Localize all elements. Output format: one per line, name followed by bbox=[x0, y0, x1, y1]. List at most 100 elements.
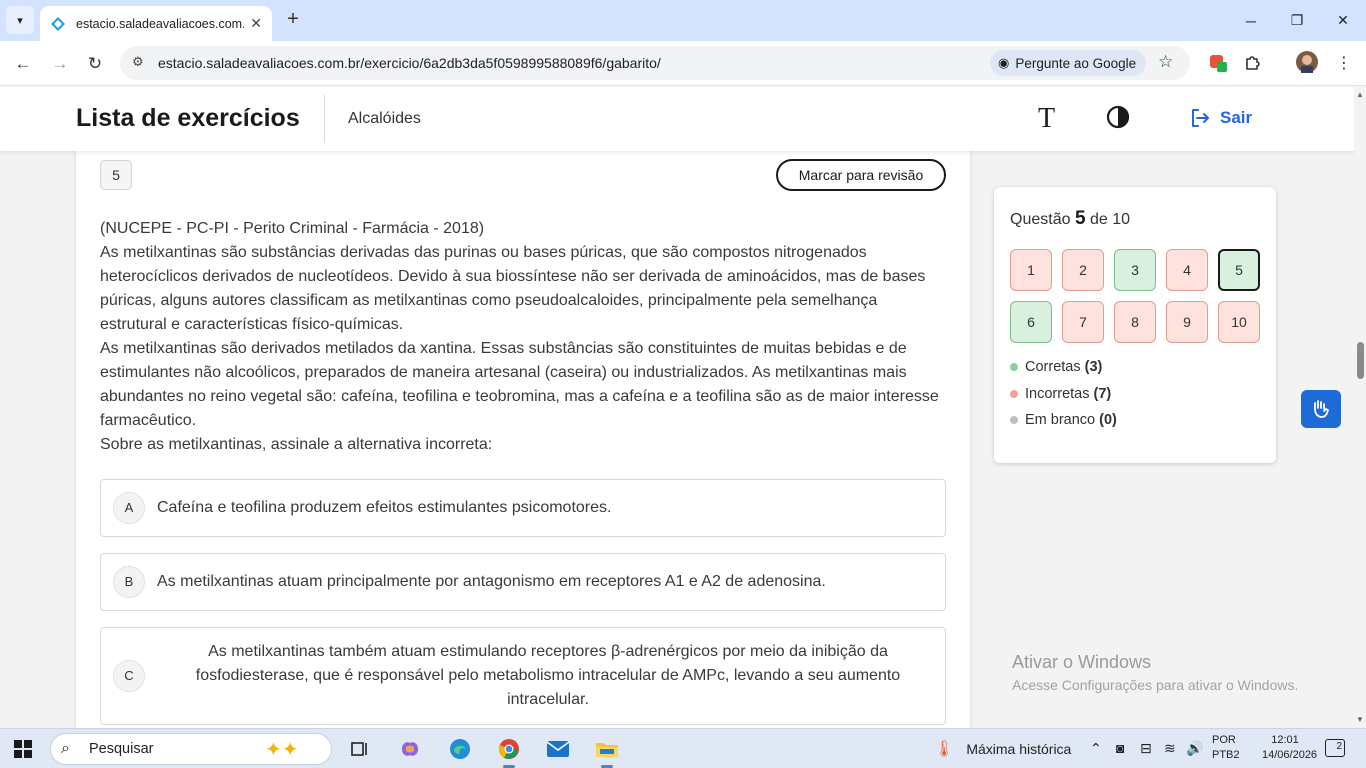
camera-icon[interactable]: ◙ bbox=[1116, 740, 1124, 756]
current-question-number: 5 bbox=[1074, 208, 1086, 229]
restore-icon[interactable]: ❐ bbox=[1274, 0, 1320, 41]
weather-widget[interactable]: 🌡 Máxima histórica bbox=[934, 739, 1071, 759]
thermometer-icon: 🌡 bbox=[934, 741, 955, 758]
alternative-b[interactable]: B As metilxantinas atuam principalmente … bbox=[100, 553, 946, 611]
forward-icon[interactable]: → bbox=[47, 51, 73, 77]
legend-count: (3) bbox=[1084, 359, 1103, 375]
scroll-down-icon[interactable]: ▼ bbox=[1356, 715, 1364, 724]
alternative-text: As metilxantinas também atuam estimuland… bbox=[195, 643, 901, 708]
browser-tab[interactable]: estacio.saladeavaliacoes.com.br ✕ bbox=[40, 6, 272, 41]
panel-title-suffix: de 10 bbox=[1089, 211, 1131, 228]
legend-incorrect: Incorretas (7) bbox=[1010, 386, 1111, 402]
bookmark-star-icon[interactable]: ☆ bbox=[1158, 52, 1173, 72]
question-nav-button-9[interactable]: 9 bbox=[1166, 301, 1208, 343]
lens-icon: ◉ bbox=[998, 55, 1010, 70]
windows-taskbar: ⌕ Pesquisar ✦✦ 🌡 Máxima histórica ⌃ ◙ ⊟ … bbox=[0, 728, 1366, 768]
alternative-letter: C bbox=[113, 660, 145, 692]
windows-start-icon[interactable] bbox=[14, 740, 32, 758]
question-number-badge: 5 bbox=[100, 160, 132, 190]
question-statement: (NUCEPE - PC-PI - Perito Criminal - Farm… bbox=[100, 217, 946, 457]
browser-tab-bar: ▾ estacio.saladeavaliacoes.com.br ✕ + ─ … bbox=[0, 0, 1366, 41]
ask-google-button[interactable]: ◉ Pergunte ao Google bbox=[990, 50, 1147, 76]
file-explorer-icon[interactable] bbox=[593, 735, 621, 768]
alternative-text: As metilxantinas atuam principalmente po… bbox=[157, 573, 826, 590]
alternative-letter: A bbox=[113, 492, 145, 524]
sign-language-icon bbox=[1314, 400, 1329, 418]
question-card: 5 Marcar para revisão (NUCEPE - PC-PI - … bbox=[76, 143, 970, 728]
question-nav-button-1[interactable]: 1 bbox=[1010, 249, 1052, 291]
taskbar-search[interactable]: ⌕ Pesquisar ✦✦ bbox=[50, 733, 332, 765]
network-icon[interactable]: ⊟ bbox=[1140, 740, 1152, 757]
alternative-c[interactable]: C As metilxantinas também atuam estimula… bbox=[100, 627, 946, 725]
question-nav-button-5[interactable]: 5 bbox=[1218, 249, 1260, 291]
input-language[interactable]: POR PTB2 bbox=[1212, 733, 1240, 763]
contrast-icon[interactable] bbox=[1106, 105, 1130, 129]
header-divider bbox=[324, 95, 325, 143]
scroll-up-icon[interactable]: ▲ bbox=[1356, 90, 1364, 99]
page-content: Lista de exercícios Alcalóides T Sair 5 … bbox=[0, 87, 1354, 728]
logout-icon bbox=[1192, 109, 1209, 127]
question-nav-button-4[interactable]: 4 bbox=[1166, 249, 1208, 291]
legend-count: (7) bbox=[1093, 386, 1112, 402]
font-size-icon[interactable]: T bbox=[1038, 103, 1055, 135]
app-header: Lista de exercícios Alcalóides T Sair bbox=[0, 87, 1354, 151]
chevron-up-icon[interactable]: ⌃ bbox=[1090, 740, 1102, 757]
correct-dot bbox=[1010, 363, 1018, 371]
lang-line-1: POR bbox=[1212, 734, 1236, 746]
copilot-sparkle-icon: ✦✦ bbox=[265, 739, 299, 761]
question-nav-button-10[interactable]: 10 bbox=[1218, 301, 1260, 343]
question-nav-button-2[interactable]: 2 bbox=[1062, 249, 1104, 291]
page-scrollbar[interactable]: ▲ ▼ bbox=[1354, 87, 1366, 728]
question-nav-button-6[interactable]: 6 bbox=[1010, 301, 1052, 343]
mail-icon[interactable] bbox=[544, 735, 572, 763]
edge-icon[interactable] bbox=[446, 735, 474, 763]
tab-search-icon[interactable]: ▾ bbox=[6, 6, 34, 34]
alternative-text: Cafeína e teofilina produzem efeitos est… bbox=[157, 499, 612, 516]
avatar[interactable] bbox=[1296, 51, 1318, 78]
question-nav-button-7[interactable]: 7 bbox=[1062, 301, 1104, 343]
question-paragraph-2: As metilxantinas são derivados metilados… bbox=[100, 340, 939, 429]
task-view-icon[interactable] bbox=[346, 735, 374, 763]
windows-activation-title: Ativar o Windows bbox=[1012, 652, 1152, 672]
ask-google-label: Pergunte ao Google bbox=[1015, 55, 1137, 71]
mark-for-review-button[interactable]: Marcar para revisão bbox=[776, 159, 946, 191]
system-clock[interactable]: 12:01 14/06/2026 bbox=[1262, 733, 1318, 763]
legend-count: (0) bbox=[1099, 412, 1117, 428]
logout-button[interactable]: Sair bbox=[1188, 106, 1252, 130]
panel-title: Questão 5 de 10 bbox=[1010, 208, 1130, 230]
windows-activation-subtitle: Acesse Configurações para ativar o Windo… bbox=[1012, 677, 1299, 693]
chrome-icon[interactable] bbox=[495, 735, 523, 768]
logout-label: Sair bbox=[1220, 108, 1253, 127]
wifi-icon[interactable]: ≋ bbox=[1164, 740, 1176, 757]
clock-date: 14/06/2026 bbox=[1262, 749, 1318, 761]
copilot-icon[interactable] bbox=[396, 735, 424, 763]
back-icon[interactable]: ← bbox=[10, 51, 36, 77]
alternative-a[interactable]: A Cafeína e teofilina produzem efeitos e… bbox=[100, 479, 946, 537]
extension-icon[interactable] bbox=[1209, 53, 1229, 78]
kebab-menu-icon[interactable]: ⋮ bbox=[1336, 53, 1352, 73]
blank-dot bbox=[1010, 416, 1018, 424]
incorrect-dot bbox=[1010, 390, 1018, 398]
question-prompt: Sobre as metilxantinas, assinale a alter… bbox=[100, 436, 493, 453]
address-bar[interactable]: ⚙ estacio.saladeavaliacoes.com.br/exerci… bbox=[120, 46, 1190, 80]
close-tab-icon[interactable]: ✕ bbox=[250, 15, 262, 32]
question-paragraph-1: As metilxantinas são substâncias derivad… bbox=[100, 244, 926, 333]
reload-icon[interactable]: ↻ bbox=[82, 51, 108, 77]
legend-label: Em branco bbox=[1025, 412, 1096, 428]
subject-label: Alcalóides bbox=[348, 110, 421, 127]
close-window-icon[interactable]: ✕ bbox=[1320, 0, 1366, 41]
question-nav-button-3[interactable]: 3 bbox=[1114, 249, 1156, 291]
question-source: (NUCEPE - PC-PI - Perito Criminal - Farm… bbox=[100, 220, 485, 237]
new-tab-plus-icon[interactable]: + bbox=[282, 8, 304, 30]
search-icon: ⌕ bbox=[61, 740, 70, 757]
volume-icon[interactable]: 🔊 bbox=[1186, 740, 1203, 757]
site-settings-icon[interactable]: ⚙ bbox=[132, 54, 144, 70]
puzzle-icon[interactable] bbox=[1244, 53, 1262, 76]
url-text[interactable]: estacio.saladeavaliacoes.com.br/exercici… bbox=[158, 55, 661, 71]
clock-time: 12:01 bbox=[1271, 734, 1299, 746]
question-nav-button-8[interactable]: 8 bbox=[1114, 301, 1156, 343]
minimize-icon[interactable]: ─ bbox=[1228, 0, 1274, 41]
scroll-thumb[interactable] bbox=[1357, 342, 1364, 379]
notification-icon[interactable]: 2 bbox=[1325, 739, 1345, 757]
sign-language-button[interactable] bbox=[1301, 390, 1341, 428]
